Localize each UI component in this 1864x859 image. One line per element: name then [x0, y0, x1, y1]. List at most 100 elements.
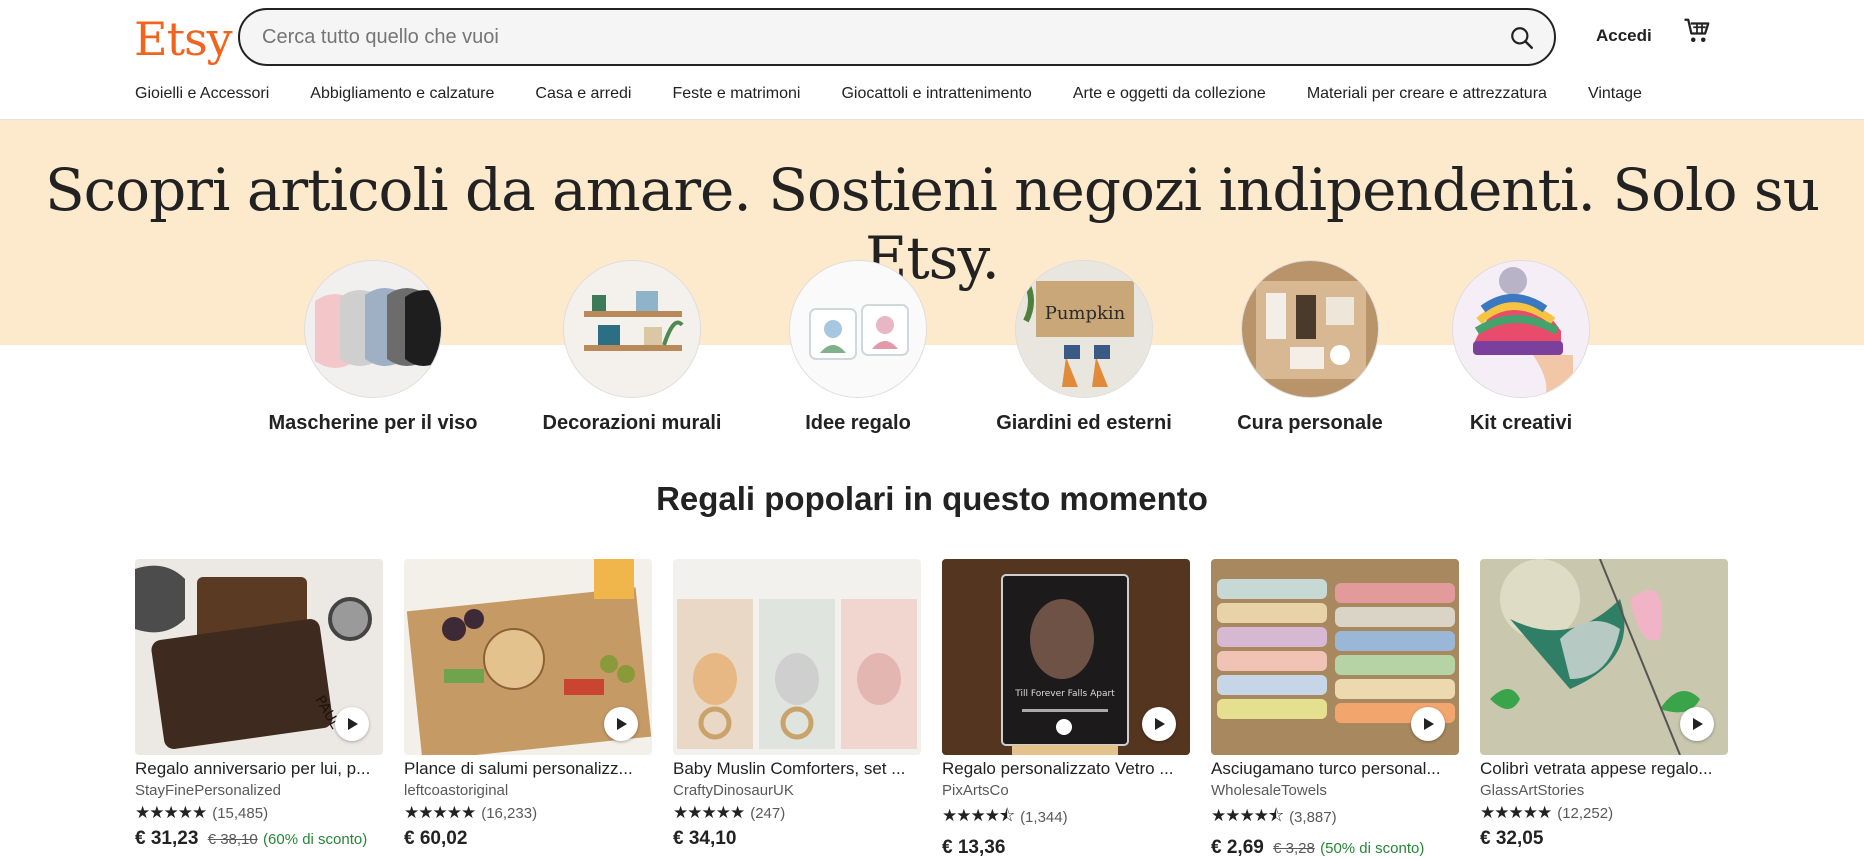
product-rating: ★★★★★ (12,252) — [1480, 803, 1728, 823]
product-title[interactable]: Regalo personalizzato Vetro ... — [942, 759, 1190, 779]
star-rating-icon: ★★★★★ — [404, 803, 476, 822]
star-rating-icon: ★★★★⯪ — [942, 806, 1015, 825]
star-rating-icon: ★★★★★ — [673, 803, 745, 822]
play-video-button[interactable] — [1142, 707, 1176, 741]
nav-item-art[interactable]: Arte e oggetti da collezione — [1073, 85, 1266, 103]
original-price: € 3,28 — [1273, 840, 1315, 857]
category-wall-decor[interactable]: Decorazioni murali — [522, 260, 742, 435]
product-card[interactable]: PAUL Regalo anniversario per lui, p... S… — [135, 559, 383, 850]
product-price: € 2,69 € 3,28 (50% di sconto) — [1211, 837, 1459, 859]
review-count: (247) — [750, 804, 786, 822]
product-card[interactable]: Till Forever Falls Apart Regalo personal… — [942, 559, 1190, 859]
svg-text:Pumpkin: Pumpkin — [1045, 303, 1126, 324]
category-image: Pumpkin — [1015, 260, 1153, 398]
shop-name: PixArtsCo — [942, 782, 1009, 799]
play-icon — [348, 718, 358, 730]
product-image[interactable] — [1211, 559, 1459, 755]
current-price: € 34,10 — [673, 828, 737, 849]
current-price: € 2,69 — [1211, 837, 1264, 858]
shop-name: GlassArtStories — [1480, 782, 1585, 799]
nav-item-jewelry[interactable]: Gioielli e Accessori — [135, 85, 269, 103]
product-title[interactable]: Regalo anniversario per lui, p... — [135, 759, 383, 779]
star-rating-icon: ★★★★⯪ — [1211, 806, 1284, 825]
product-title[interactable]: Colibrì vetrata appese regalo... — [1480, 759, 1728, 779]
signin-link[interactable]: Accedi — [1596, 26, 1652, 46]
product-rating: ★★★★★ (16,233) — [404, 803, 652, 823]
product-card[interactable]: Colibrì vetrata appese regalo... GlassAr… — [1480, 559, 1728, 850]
category-label: Mascherine per il viso — [268, 412, 478, 434]
product-price: € 34,10 — [673, 828, 921, 850]
product-card[interactable]: Baby Muslin Comforters, set ... CraftyDi… — [673, 559, 921, 850]
category-gift-ideas[interactable]: Idee regalo — [748, 260, 968, 435]
play-video-button[interactable] — [1680, 707, 1714, 741]
product-image[interactable] — [1480, 559, 1728, 755]
product-title[interactable]: Asciugamano turco personal... — [1211, 759, 1459, 779]
nav-item-weddings[interactable]: Feste e matrimoni — [672, 85, 800, 103]
play-video-button[interactable] — [604, 707, 638, 741]
discount-label: (50% di sconto) — [1320, 840, 1425, 857]
category-label: Idee regalo — [805, 412, 911, 434]
category-label: Decorazioni murali — [542, 412, 722, 434]
discount-label: (60% di sconto) — [263, 831, 368, 848]
category-label: Cura personale — [1237, 412, 1383, 434]
category-label: Kit creativi — [1469, 412, 1573, 434]
cart-icon — [1684, 18, 1710, 42]
nav-item-home[interactable]: Casa e arredi — [535, 85, 631, 103]
play-icon — [1155, 718, 1165, 730]
category-face-masks[interactable]: Mascherine per il viso — [263, 260, 483, 435]
product-rating: ★★★★⯪ (1,344) — [942, 803, 1190, 832]
category-image — [789, 260, 927, 398]
current-price: € 60,02 — [404, 828, 468, 849]
category-image — [563, 260, 701, 398]
play-video-button[interactable] — [335, 707, 369, 741]
category-image — [1452, 260, 1590, 398]
category-label: Giardini ed esterni — [996, 412, 1172, 434]
play-video-button[interactable] — [1411, 707, 1445, 741]
product-image[interactable]: Till Forever Falls Apart — [942, 559, 1190, 755]
site-header: Etsy Accedi Gioielli e Accessori Abbigli… — [0, 0, 1864, 120]
product-rating: ★★★★⯪ (3,887) — [1211, 803, 1459, 832]
search-bar[interactable] — [238, 8, 1556, 66]
nav-item-craft-supplies[interactable]: Materiali per creare e attrezzatura — [1307, 85, 1547, 103]
product-price: € 60,02 — [404, 828, 652, 850]
etsy-logo[interactable]: Etsy — [134, 12, 233, 66]
product-card[interactable]: Asciugamano turco personal... WholesaleT… — [1211, 559, 1459, 859]
play-icon — [1693, 718, 1703, 730]
current-price: € 13,36 — [942, 837, 1006, 858]
play-icon — [1424, 718, 1434, 730]
review-count: (16,233) — [481, 804, 538, 822]
star-rating-icon: ★★★★★ — [135, 803, 207, 822]
review-count: (3,887) — [1289, 809, 1337, 826]
search-input[interactable] — [262, 22, 1462, 52]
product-image[interactable] — [404, 559, 652, 755]
category-image — [1241, 260, 1379, 398]
shop-name: CraftyDinosaurUK — [673, 782, 794, 799]
section-title: Regali popolari in questo momento — [656, 480, 1208, 517]
product-price: € 13,36 — [942, 837, 1190, 859]
nav-item-clothing[interactable]: Abbigliamento e calzature — [310, 85, 494, 103]
review-count: (12,252) — [1557, 804, 1614, 822]
original-price: € 38,10 — [207, 831, 258, 848]
shop-name: StayFinePersonalized — [135, 782, 281, 799]
star-rating-icon: ★★★★★ — [1480, 803, 1552, 822]
category-image — [304, 260, 442, 398]
product-rating: ★★★★★ (15,485) — [135, 803, 383, 823]
product-image[interactable]: PAUL — [135, 559, 383, 755]
search-button[interactable] — [1504, 20, 1540, 56]
category-home-garden[interactable]: Pumpkin Giardini ed esterni — [974, 260, 1194, 435]
product-image[interactable] — [673, 559, 921, 755]
cart-button[interactable] — [1682, 16, 1716, 50]
category-craft-kits[interactable]: Kit creativi — [1411, 260, 1631, 435]
nav-item-toys[interactable]: Giocattoli e intrattenimento — [841, 85, 1031, 103]
product-title[interactable]: Plance di salumi personalizz... — [404, 759, 652, 779]
shop-name: WholesaleTowels — [1211, 782, 1327, 799]
product-title[interactable]: Baby Muslin Comforters, set ... — [673, 759, 921, 779]
current-price: € 32,05 — [1480, 828, 1544, 849]
product-price: € 31,23 € 38,10 (60% di sconto) — [135, 828, 383, 850]
category-nav: Gioielli e Accessori Abbigliamento e cal… — [135, 85, 1683, 103]
product-rating: ★★★★★ (247) — [673, 803, 921, 823]
category-personal-care[interactable]: Cura personale — [1200, 260, 1420, 435]
product-card[interactable]: Plance di salumi personalizz... leftcoas… — [404, 559, 652, 850]
nav-item-vintage[interactable]: Vintage — [1588, 85, 1642, 103]
review-count: (15,485) — [212, 804, 269, 822]
